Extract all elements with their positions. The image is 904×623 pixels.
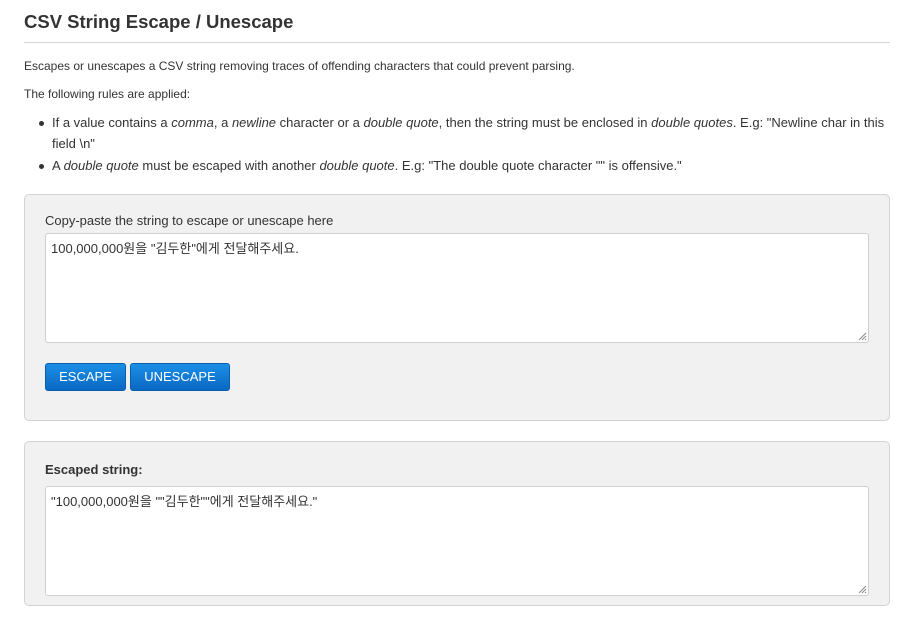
unescape-button[interactable]: UNESCAPE	[130, 363, 230, 391]
rules-intro-text: The following rules are applied:	[24, 87, 191, 101]
rule-text: character or a	[276, 115, 364, 130]
rule-text: A	[52, 158, 64, 173]
rule-emphasis: double quotes	[651, 115, 733, 130]
rule-emphasis: comma	[171, 115, 214, 130]
input-panel: Copy-paste the string to escape or unesc…	[24, 194, 890, 421]
output-textarea-value: "100,000,000원을 ""김두한""에게 전달해주세요."	[51, 494, 318, 509]
input-label: Copy-paste the string to escape or unesc…	[45, 213, 334, 228]
rules-list: If a value contains a comma, a newline c…	[24, 113, 890, 177]
rule-text: If a value contains a	[52, 115, 172, 130]
input-textarea-value: 100,000,000원을 "김두한"에게 전달해주세요.	[51, 241, 299, 256]
output-panel: Escaped string: "100,000,000원을 ""김두한""에게…	[24, 441, 890, 606]
rule-emphasis: double quote	[319, 158, 395, 173]
bullet-icon	[39, 121, 44, 126]
rule-text: must be escaped with another	[138, 158, 320, 173]
rule-emphasis: double quote	[63, 158, 139, 173]
title-divider	[24, 42, 890, 43]
output-label: Escaped string:	[45, 462, 143, 477]
rule-item-comma-newline-quote: If a value contains a comma, a newline c…	[24, 113, 890, 154]
rule-text: , a	[213, 115, 232, 130]
input-textarea[interactable]: 100,000,000원을 "김두한"에게 전달해주세요.	[45, 233, 869, 343]
bullet-icon	[39, 164, 44, 169]
output-textarea[interactable]: "100,000,000원을 ""김두한""에게 전달해주세요."	[45, 486, 869, 596]
resize-grip-icon[interactable]	[857, 331, 867, 341]
description-text: Escapes or unescapes a CSV string removi…	[24, 59, 575, 73]
rule-emphasis: newline	[231, 115, 277, 130]
rule-item-double-quote: A double quote must be escaped with anot…	[24, 156, 890, 177]
rule-text: , then the string must be enclosed in	[438, 115, 652, 130]
rule-text: . E.g: "The double quote character "" is…	[394, 158, 682, 173]
page-title: CSV String Escape / Unescape	[24, 11, 294, 32]
rule-emphasis: double quote	[363, 115, 439, 130]
resize-grip-icon[interactable]	[857, 584, 867, 594]
escape-button[interactable]: ESCAPE	[45, 363, 126, 391]
